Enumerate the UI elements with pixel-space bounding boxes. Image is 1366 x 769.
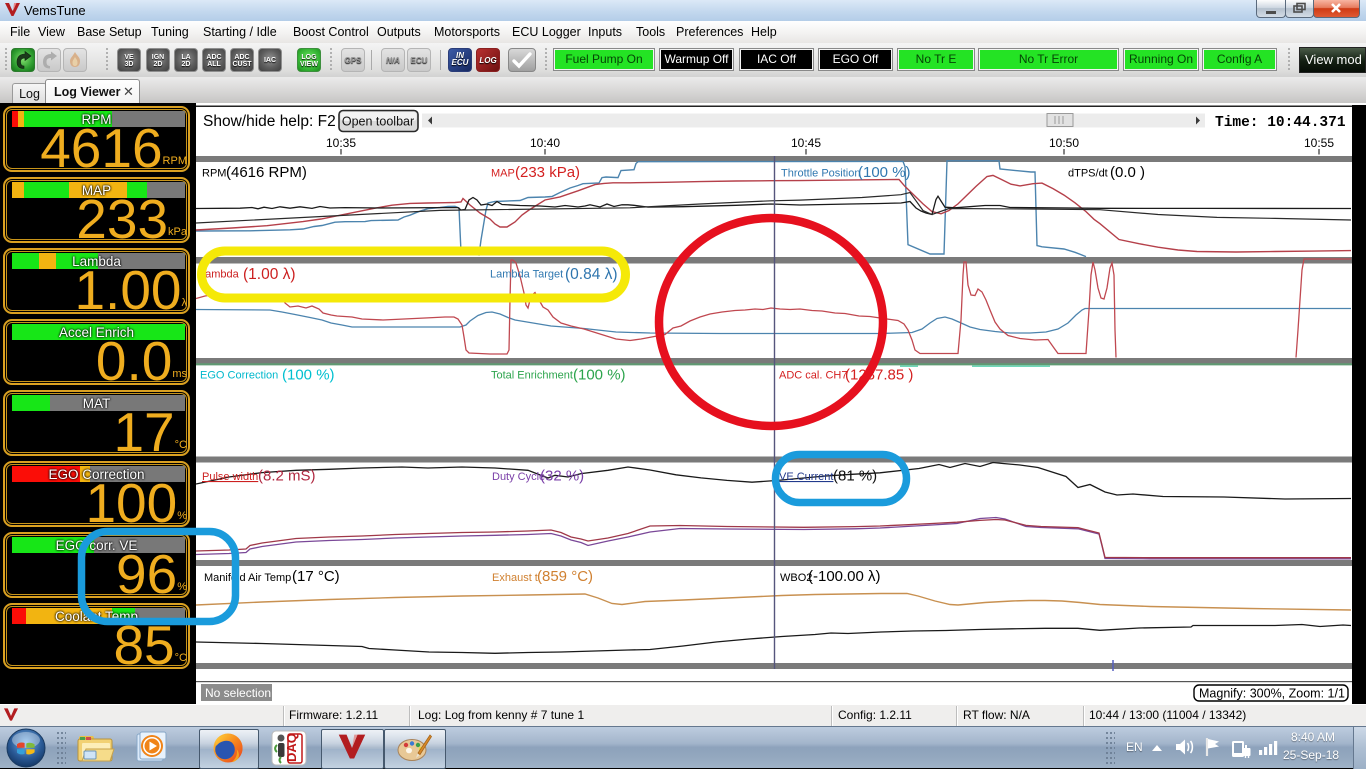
svg-text:10:50: 10:50 bbox=[1049, 136, 1079, 150]
svg-text:Lambda: Lambda bbox=[199, 269, 240, 281]
svg-text:RPM: RPM bbox=[202, 168, 226, 180]
svg-text:(32 %): (32 %) bbox=[540, 468, 584, 485]
svg-text:(81 %): (81 %) bbox=[833, 468, 877, 485]
svg-text:(4616 RPM): (4616 RPM) bbox=[226, 164, 307, 181]
svg-text:dTPS/dt: dTPS/dt bbox=[1068, 168, 1108, 180]
svg-text:(233 kPa): (233 kPa) bbox=[515, 164, 580, 181]
svg-text:(0.84 λ): (0.84 λ) bbox=[565, 266, 618, 283]
svg-text:Pulse width: Pulse width bbox=[202, 471, 258, 483]
svg-text:Exhaust t: Exhaust t bbox=[492, 572, 538, 584]
svg-text:(8.2 mS): (8.2 mS) bbox=[258, 468, 316, 485]
svg-text:VE Current: VE Current bbox=[779, 471, 833, 483]
svg-text:DAQ: DAQ bbox=[284, 733, 299, 762]
svg-text:Magnify: 300%, Zoom: 1/1: Magnify: 300%, Zoom: 1/1 bbox=[1199, 687, 1345, 701]
svg-text:Lambda Target: Lambda Target bbox=[490, 269, 563, 281]
svg-text:Duty Cycle: Duty Cycle bbox=[492, 471, 545, 483]
svg-text:(1.00 λ): (1.00 λ) bbox=[243, 266, 296, 283]
svg-text:(0.0 ): (0.0 ) bbox=[1110, 164, 1145, 181]
svg-text:10:55: 10:55 bbox=[1304, 136, 1334, 150]
svg-text:(100 %): (100 %) bbox=[858, 164, 911, 181]
svg-text:EGO Correction: EGO Correction bbox=[200, 370, 278, 382]
svg-text:10:45: 10:45 bbox=[791, 136, 821, 150]
svg-text:(100 %): (100 %) bbox=[573, 367, 626, 384]
svg-text:MAP: MAP bbox=[491, 168, 515, 180]
svg-text:(-100.00 λ): (-100.00 λ) bbox=[808, 568, 881, 585]
svg-text:Open toolbar: Open toolbar bbox=[342, 115, 414, 129]
svg-text:(100 %): (100 %) bbox=[282, 367, 335, 384]
svg-text:10:35: 10:35 bbox=[326, 136, 356, 150]
svg-text:(17 °C): (17 °C) bbox=[292, 568, 340, 585]
svg-text:Throttle Position: Throttle Position bbox=[781, 168, 860, 180]
svg-text:Total Enrichment: Total Enrichment bbox=[491, 370, 573, 382]
svg-text:Show/hide help: F2: Show/hide help: F2 bbox=[203, 113, 336, 130]
svg-text:(859 °C): (859 °C) bbox=[537, 568, 593, 585]
svg-text:10:40: 10:40 bbox=[530, 136, 560, 150]
svg-text:Manifold Air Temp: Manifold Air Temp bbox=[204, 572, 291, 584]
svg-text:ADC cal. CH7: ADC cal. CH7 bbox=[779, 370, 847, 382]
svg-text:No selection: No selection bbox=[205, 686, 271, 700]
svg-text:(1287.85 ): (1287.85 ) bbox=[845, 367, 913, 384]
svg-text:Time: 10:44.371: Time: 10:44.371 bbox=[1215, 115, 1346, 131]
